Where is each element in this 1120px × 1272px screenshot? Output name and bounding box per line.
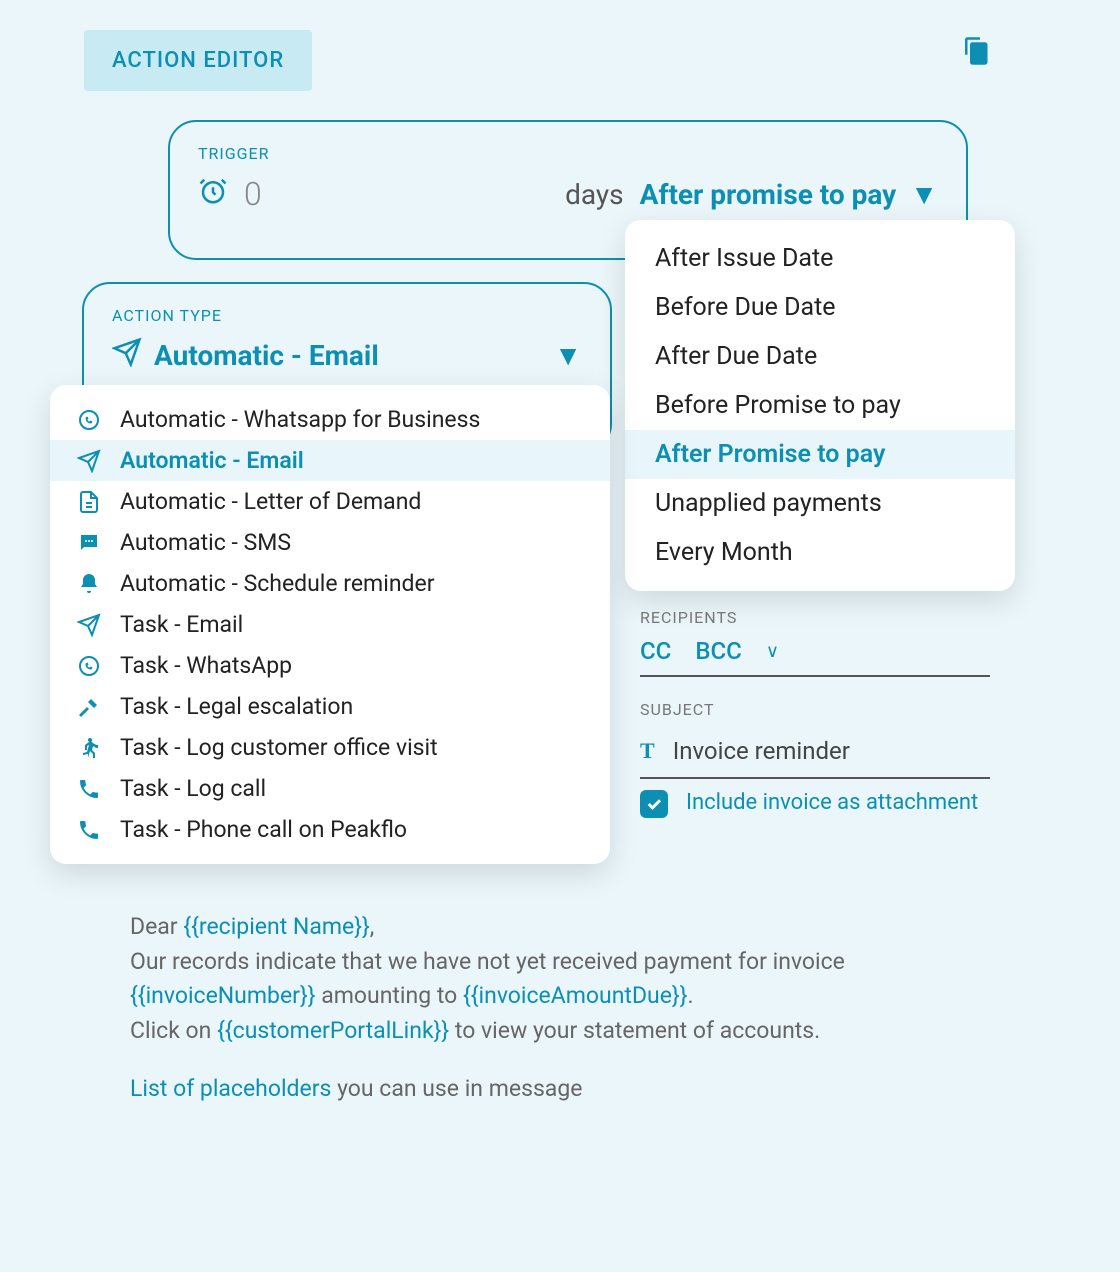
placeholder-recipient-name: {{recipient Name}} xyxy=(183,913,369,940)
action-option-label: Task - WhatsApp xyxy=(120,652,292,679)
trigger-option[interactable]: Every Month xyxy=(625,528,1015,577)
trigger-days-label: days xyxy=(565,178,624,211)
placeholders-help: List of placeholders you can use in mess… xyxy=(130,1075,582,1102)
phone-icon xyxy=(76,818,102,842)
action-option[interactable]: Automatic - Letter of Demand xyxy=(50,481,610,522)
whatsapp-icon xyxy=(76,408,102,432)
subject-label: SUBJECT xyxy=(640,700,990,719)
placeholder-portal-link: {{customerPortalLink}} xyxy=(217,1017,449,1044)
include-attachment-label: Include invoice as attachment xyxy=(686,790,978,815)
action-option-label: Task - Email xyxy=(120,611,243,638)
send-icon xyxy=(76,449,102,473)
bell-icon xyxy=(76,572,102,596)
trigger-dropdown: After Issue DateBefore Due DateAfter Due… xyxy=(625,220,1015,591)
trigger-reference-value: After promise to pay xyxy=(640,178,897,211)
subject-input[interactable]: Invoice reminder xyxy=(673,737,850,765)
trigger-option[interactable]: Unapplied payments xyxy=(625,479,1015,528)
recipients-label: RECIPIENTS xyxy=(640,608,990,627)
trigger-label: TRIGGER xyxy=(198,144,938,163)
trigger-reference-select[interactable]: After promise to pay ▼ xyxy=(640,178,938,211)
action-option[interactable]: Automatic - Schedule reminder xyxy=(50,563,610,604)
action-option-label: Automatic - Email xyxy=(120,447,304,474)
trigger-option[interactable]: After Promise to pay xyxy=(625,430,1015,479)
send-icon xyxy=(76,613,102,637)
action-option[interactable]: Task - Phone call on Peakflo xyxy=(50,809,610,850)
placeholders-link[interactable]: List of placeholders xyxy=(130,1075,331,1102)
action-option-label: Task - Log call xyxy=(120,775,266,802)
trigger-days-input[interactable]: 0 xyxy=(244,175,262,213)
action-dropdown: Automatic - Whatsapp for Business Automat… xyxy=(50,385,610,864)
trigger-option[interactable]: After Issue Date xyxy=(625,234,1015,283)
trigger-option[interactable]: After Due Date xyxy=(625,332,1015,381)
text-icon: T xyxy=(640,738,655,764)
include-attachment-checkbox[interactable] xyxy=(640,790,668,818)
action-option[interactable]: Task - Log call xyxy=(50,768,610,809)
action-type-value: Automatic - Email xyxy=(154,339,379,372)
chevron-down-icon: ▼ xyxy=(554,339,582,372)
placeholder-invoice-number: {{invoiceNumber}} xyxy=(130,982,316,1009)
copy-icon[interactable] xyxy=(960,36,990,70)
recipients-block: RECIPIENTS CC BCC ∨ xyxy=(640,608,990,677)
action-option[interactable]: Automatic - Email xyxy=(50,440,610,481)
sms-icon xyxy=(76,531,102,555)
action-option[interactable]: Task - WhatsApp xyxy=(50,645,610,686)
action-option[interactable]: Task - Log customer office visit xyxy=(50,727,610,768)
action-type-label: ACTION TYPE xyxy=(112,306,582,325)
action-option[interactable]: Automatic - SMS xyxy=(50,522,610,563)
phone-icon xyxy=(76,777,102,801)
action-option-label: Automatic - SMS xyxy=(120,529,291,556)
page-title: ACTION EDITOR xyxy=(84,30,312,91)
chevron-down-icon: ▼ xyxy=(910,178,938,211)
cc-button[interactable]: CC xyxy=(640,637,671,665)
include-attachment-row: Include invoice as attachment xyxy=(640,790,990,818)
action-option[interactable]: Task - Email xyxy=(50,604,610,645)
action-option-label: Automatic - Schedule reminder xyxy=(120,570,435,597)
action-option-label: Task - Phone call on Peakflo xyxy=(120,816,407,843)
action-option-label: Task - Log customer office visit xyxy=(120,734,438,761)
document-icon xyxy=(76,490,102,514)
placeholder-invoice-amount: {{invoiceAmountDue}} xyxy=(463,982,688,1009)
action-option-label: Automatic - Whatsapp for Business xyxy=(120,406,480,433)
action-type-select[interactable]: Automatic - Email ▼ xyxy=(112,337,582,374)
alarm-icon xyxy=(198,176,228,213)
walk-icon xyxy=(76,736,102,760)
trigger-option[interactable]: Before Due Date xyxy=(625,283,1015,332)
chevron-down-icon[interactable]: ∨ xyxy=(766,641,779,662)
subject-block: SUBJECT T Invoice reminder xyxy=(640,700,990,779)
message-body[interactable]: Dear {{recipient Name}}, Our records ind… xyxy=(130,910,980,1048)
action-option[interactable]: Task - Legal escalation xyxy=(50,686,610,727)
send-icon xyxy=(112,337,142,374)
bcc-button[interactable]: BCC xyxy=(695,637,742,665)
action-option[interactable]: Automatic - Whatsapp for Business xyxy=(50,399,610,440)
trigger-option[interactable]: Before Promise to pay xyxy=(625,381,1015,430)
whatsapp-icon xyxy=(76,654,102,678)
action-option-label: Automatic - Letter of Demand xyxy=(120,488,421,515)
gavel-icon xyxy=(76,695,102,719)
action-option-label: Task - Legal escalation xyxy=(120,693,353,720)
